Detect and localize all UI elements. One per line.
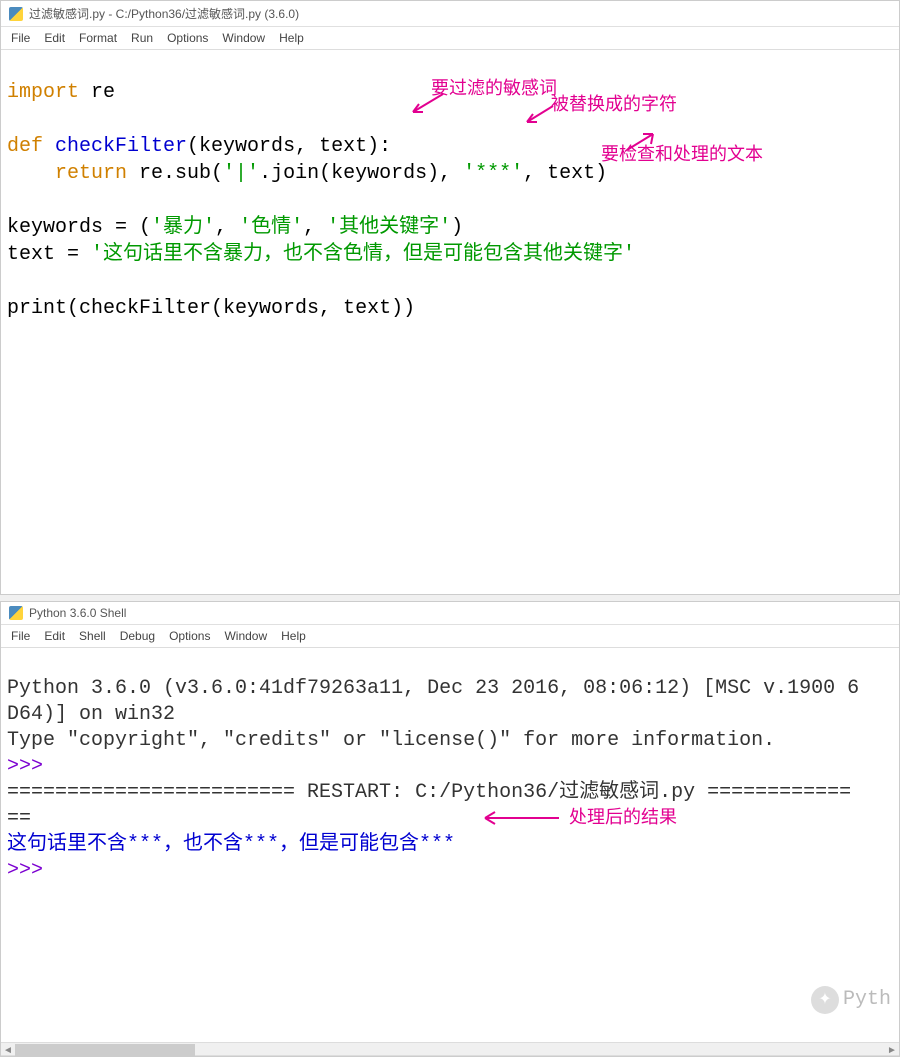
shell-titlebar: Python 3.6.0 Shell: [1, 602, 899, 625]
annotation-label: 要过滤的敏感词: [431, 76, 557, 100]
shell-banner: Type "copyright", "credits" or "license(…: [7, 729, 775, 752]
code-text: (keywords, text):: [187, 135, 391, 158]
code-text: , text): [523, 162, 607, 185]
kw-return: return: [7, 162, 127, 185]
scroll-right-icon[interactable]: ►: [885, 1043, 899, 1057]
menu-help[interactable]: Help: [279, 31, 304, 45]
menu-debug[interactable]: Debug: [120, 629, 155, 643]
shell-window: Python 3.6.0 Shell File Edit Shell Debug…: [0, 601, 900, 1057]
shell-output-area[interactable]: Python 3.6.0 (v3.6.0:41df79263a11, Dec 2…: [1, 648, 899, 1042]
code-text: re: [79, 81, 115, 104]
str-literal: '这句话里不含暴力，也不含色情，但是可能包含其他关键字': [91, 243, 635, 266]
shell-banner: D64)] on win32: [7, 703, 175, 726]
menu-run[interactable]: Run: [131, 31, 153, 45]
shell-prompt: >>>: [7, 755, 55, 778]
kw-def: def: [7, 135, 43, 158]
editor-menubar: File Edit Format Run Options Window Help: [1, 27, 899, 50]
scroll-thumb[interactable]: [15, 1044, 195, 1056]
code-text: text =: [7, 243, 91, 266]
editor-window: 过滤敏感词.py - C:/Python36/过滤敏感词.py (3.6.0) …: [0, 0, 900, 595]
arrow-icon: [625, 132, 659, 154]
menu-file[interactable]: File: [11, 629, 30, 643]
shell-restart: ==: [7, 807, 31, 830]
code-text: print: [7, 297, 67, 320]
watermark: ✦ Pyth: [811, 986, 891, 1014]
code-text: keywords = (: [7, 216, 151, 239]
shell-restart: ======================== RESTART: C:/Pyt…: [7, 781, 851, 804]
arrow-icon: [479, 808, 563, 830]
menu-help[interactable]: Help: [281, 629, 306, 643]
fn-name: checkFilter: [43, 135, 187, 158]
menu-shell[interactable]: Shell: [79, 629, 106, 643]
shell-result: 这句话里不含***，也不含***，但是可能包含***: [7, 833, 455, 856]
annotation-label: 被替换成的字符: [551, 92, 677, 116]
menu-edit[interactable]: Edit: [44, 629, 65, 643]
str-literal: '|': [223, 162, 259, 185]
menu-options[interactable]: Options: [169, 629, 210, 643]
shell-banner: Python 3.6.0 (v3.6.0:41df79263a11, Dec 2…: [7, 677, 859, 700]
code-text: ): [451, 216, 463, 239]
annotation-label: 处理后的结果: [569, 806, 677, 829]
code-text: (checkFilter(keywords, text)): [67, 297, 415, 320]
code-text: ,: [215, 216, 239, 239]
scroll-left-icon[interactable]: ◄: [1, 1043, 15, 1057]
python-file-icon: [9, 7, 23, 21]
menu-format[interactable]: Format: [79, 31, 117, 45]
arrow-icon: [407, 92, 447, 118]
code-text: ,: [303, 216, 327, 239]
menu-edit[interactable]: Edit: [44, 31, 65, 45]
kw-import: import: [7, 81, 79, 104]
wechat-icon: ✦: [811, 986, 839, 1014]
editor-titlebar: 过滤敏感词.py - C:/Python36/过滤敏感词.py (3.6.0): [1, 1, 899, 27]
menu-window[interactable]: Window: [222, 31, 265, 45]
shell-menubar: File Edit Shell Debug Options Window Hel…: [1, 625, 899, 648]
horizontal-scrollbar[interactable]: ◄ ►: [1, 1042, 899, 1056]
menu-file[interactable]: File: [11, 31, 30, 45]
watermark-text: Pyth: [843, 987, 891, 1013]
arrow-icon: [523, 104, 557, 128]
editor-title: 过滤敏感词.py - C:/Python36/过滤敏感词.py (3.6.0): [29, 5, 299, 22]
menu-window[interactable]: Window: [224, 629, 267, 643]
str-literal: '***': [463, 162, 523, 185]
editor-code-area[interactable]: import re def checkFilter(keywords, text…: [1, 50, 899, 594]
code-text: .join(keywords),: [259, 162, 463, 185]
menu-options[interactable]: Options: [167, 31, 208, 45]
code-text: re.sub(: [127, 162, 223, 185]
str-literal: '暴力': [151, 216, 215, 239]
shell-prompt: >>>: [7, 859, 55, 882]
str-literal: '其他关键字': [327, 216, 451, 239]
str-literal: '色情': [239, 216, 303, 239]
